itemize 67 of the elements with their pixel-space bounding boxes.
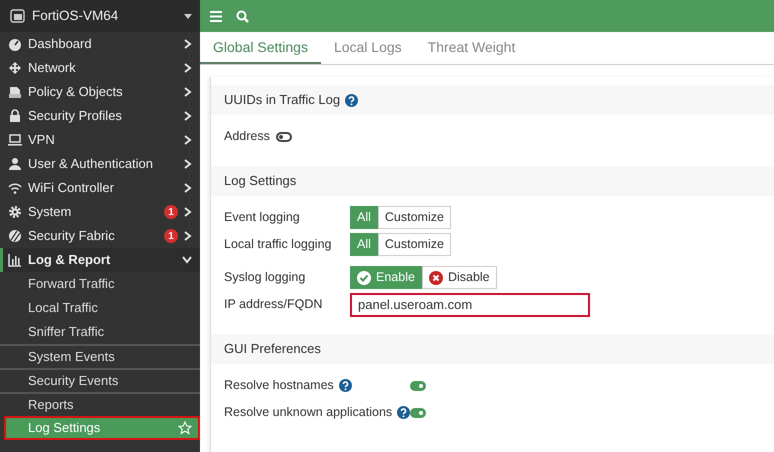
- chevron-right-icon: [184, 63, 192, 73]
- tab[interactable]: Threat Weight: [414, 32, 528, 64]
- toggle-switch[interactable]: [410, 408, 426, 418]
- sidebar-subitem[interactable]: Security Events: [0, 368, 200, 392]
- section-title: GUI Preferences: [224, 340, 321, 358]
- chevron-right-icon: [184, 111, 192, 121]
- help-icon[interactable]: [345, 94, 358, 106]
- star-icon[interactable]: [178, 421, 192, 435]
- gear-icon: [8, 205, 22, 219]
- toggle-switch[interactable]: [410, 380, 426, 390]
- field-label: Address: [224, 128, 270, 146]
- sidebar-subitem[interactable]: Local Traffic: [0, 296, 200, 320]
- striped-circle-icon: [8, 229, 22, 243]
- count-badge: 1: [164, 229, 178, 243]
- chevron-right-icon: [184, 39, 192, 49]
- section-title: Log Settings: [224, 172, 296, 190]
- tab[interactable]: Local Logs: [320, 32, 415, 64]
- device-icon: [10, 8, 26, 24]
- sidebar-item[interactable]: Log & Report: [0, 248, 200, 272]
- sidebar-subitem[interactable]: System Events: [0, 344, 200, 368]
- segment-button[interactable]: Disable: [422, 266, 497, 289]
- tab[interactable]: Global Settings: [200, 32, 321, 64]
- sidebar-item[interactable]: Network: [0, 56, 200, 80]
- sidebar-item[interactable]: System 1: [0, 200, 200, 224]
- sidebar-item[interactable]: VPN: [0, 128, 200, 152]
- chevron-right-icon: [184, 183, 192, 193]
- sidebar-item[interactable]: Security Fabric 1: [0, 224, 200, 248]
- chevron-right-icon: [184, 87, 192, 97]
- sidebar-item[interactable]: User & Authentication: [0, 152, 200, 176]
- field-label: IP address/FQDN: [224, 296, 322, 314]
- section-title: UUIDs in Traffic Log: [224, 91, 340, 110]
- search-icon[interactable]: [236, 10, 249, 22]
- chevron-right-icon: [184, 207, 192, 217]
- help-icon[interactable]: [338, 379, 352, 392]
- field-label: Local traffic logging: [224, 236, 332, 254]
- lock-icon: [8, 109, 22, 123]
- toggle-switch[interactable]: [276, 132, 292, 142]
- sidebar-subitem[interactable]: Sniffer Traffic: [0, 320, 200, 344]
- check-circle-icon: [357, 270, 371, 284]
- sidebar-item[interactable]: Security Profiles: [0, 104, 200, 128]
- sidebar-item[interactable]: Policy & Objects: [0, 80, 200, 104]
- laptop-icon: [8, 133, 22, 147]
- input-field[interactable]: panel.useroam.com: [350, 292, 590, 316]
- sidebar-subitem[interactable]: Forward Traffic: [0, 272, 200, 296]
- menu-icon[interactable]: [210, 10, 222, 22]
- field-label: Resolve hostnames: [224, 377, 334, 394]
- bar-chart-icon: [8, 253, 22, 267]
- segment-button[interactable]: Customize: [378, 206, 451, 229]
- cross-circle-icon: [428, 270, 443, 284]
- chevron-down-icon: [182, 256, 192, 264]
- field-label: Syslog logging: [224, 269, 306, 286]
- wifi-icon: [8, 181, 22, 195]
- segment-button[interactable]: Customize: [378, 233, 451, 256]
- sidebar-item[interactable]: Dashboard: [0, 32, 200, 56]
- caret-icon[interactable]: [184, 14, 192, 18]
- dashboard-icon: [8, 37, 22, 51]
- chevron-right-icon: [184, 159, 192, 169]
- document-icon: [8, 85, 22, 99]
- help-icon[interactable]: [397, 406, 410, 419]
- field-label: Event logging: [224, 209, 300, 226]
- count-badge: 1: [164, 205, 178, 219]
- field-label: Resolve unknown applications: [224, 404, 392, 422]
- chevron-right-icon: [184, 231, 192, 241]
- user-icon: [8, 157, 22, 171]
- chevron-right-icon: [184, 135, 192, 145]
- move-arrows-icon: [8, 61, 22, 75]
- sidebar-item[interactable]: WiFi Controller: [0, 176, 200, 200]
